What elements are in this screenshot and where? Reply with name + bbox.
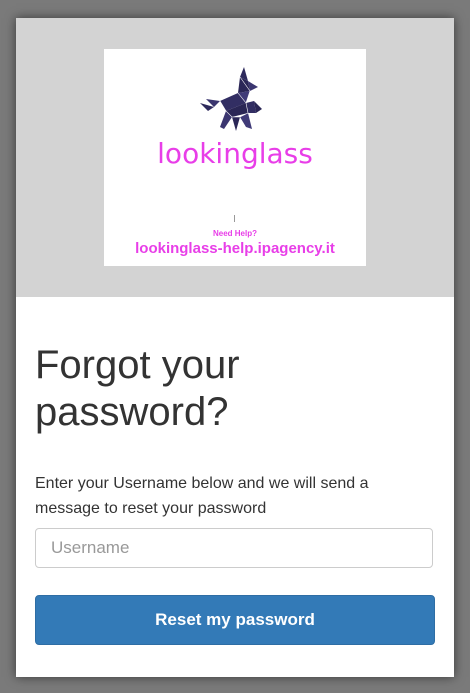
brand-name: lookinglass [157,137,313,170]
instructions-text: Enter your Username below and we will se… [35,475,369,517]
forgot-password-card: lookinglass Need Help? lookinglass-help.… [16,18,454,677]
username-input[interactable] [35,528,433,568]
help-site-link[interactable]: lookinglass-help.ipagency.it [104,240,366,257]
unicorn-logo-icon [200,67,262,131]
reset-password-button[interactable]: Reset my password [35,595,435,645]
logo-box: lookinglass Need Help? lookinglass-help.… [104,49,366,266]
need-help-label: Need Help? [212,229,257,238]
page-title: Forgot your password? [35,343,240,434]
logo-divider [234,215,235,222]
logo-banner: lookinglass Need Help? lookinglass-help.… [16,18,454,297]
